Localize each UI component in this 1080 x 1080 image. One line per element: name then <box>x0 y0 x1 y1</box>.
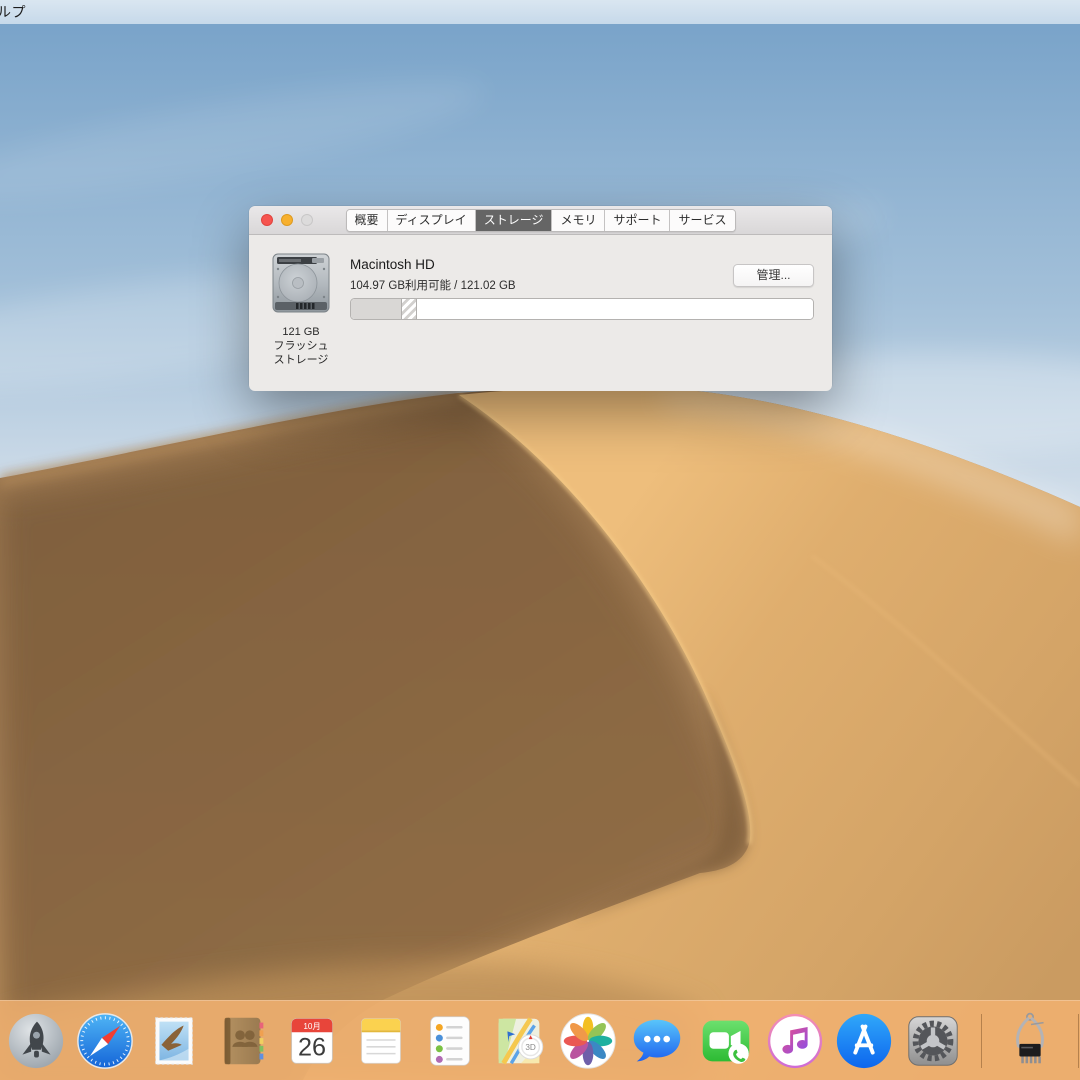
close-button[interactable] <box>261 214 273 226</box>
manage-button[interactable]: 管理... <box>733 264 814 287</box>
tab-bar: 概要 ディスプレイ ストレージ メモリ サポート サービス <box>346 209 736 232</box>
volume-availability: 104.97 GB利用可能 / 121.02 GB <box>350 277 516 293</box>
storage-segment-other <box>402 299 417 319</box>
traffic-lights <box>261 214 313 226</box>
dock-icon-calendar[interactable]: 10月 26 <box>281 1010 343 1072</box>
disk-caption-type1: フラッシュ <box>251 339 351 353</box>
dock-icon-system-information[interactable] <box>999 1010 1061 1072</box>
dock-icon-notes[interactable] <box>350 1010 412 1072</box>
zoom-button-disabled <box>301 214 313 226</box>
desktop-wallpaper <box>0 0 1080 1080</box>
dock-icon-mail[interactable] <box>143 1010 205 1072</box>
dock-icon-safari[interactable] <box>74 1010 136 1072</box>
dock-icon-contacts[interactable] <box>212 1010 274 1072</box>
disk-caption: 121 GB フラッシュ ストレージ <box>251 325 351 367</box>
dock-icon-launchpad[interactable] <box>5 1010 67 1072</box>
storage-segment-used <box>351 299 402 319</box>
dock-separator <box>981 1014 982 1068</box>
calendar-month-label: 10月 <box>303 1021 320 1030</box>
hard-disk-icon <box>268 251 334 317</box>
dock-separator <box>1078 1014 1079 1068</box>
dock-icon-system-preferences[interactable] <box>902 1010 964 1072</box>
disk-caption-size: 121 GB <box>251 325 351 339</box>
storage-panel: 121 GB フラッシュ ストレージ Macintosh HD 104.97 G… <box>249 235 832 391</box>
tab-memory[interactable]: メモリ <box>552 210 605 231</box>
maps-3d-badge: 3D <box>525 1043 536 1052</box>
tab-displays[interactable]: ディスプレイ <box>388 210 476 231</box>
menu-bar: ルプ <box>0 0 1080 24</box>
dock-icon-itunes[interactable] <box>764 1010 826 1072</box>
tab-storage[interactable]: ストレージ <box>476 210 553 231</box>
dock-icon-messages[interactable] <box>626 1010 688 1072</box>
dock-icon-facetime[interactable] <box>695 1010 757 1072</box>
storage-segment-free <box>417 299 813 319</box>
disk-caption-type2: ストレージ <box>251 353 351 367</box>
storage-usage-bar <box>350 298 814 320</box>
tab-overview[interactable]: 概要 <box>347 210 388 231</box>
dock: 10月 26 3D <box>0 1000 1080 1080</box>
dock-icon-app-store[interactable] <box>833 1010 895 1072</box>
minimize-button[interactable] <box>281 214 293 226</box>
calendar-day-label: 26 <box>298 1033 326 1061</box>
window-titlebar[interactable]: 概要 ディスプレイ ストレージ メモリ サポート サービス <box>249 206 832 235</box>
tab-support[interactable]: サポート <box>605 210 670 231</box>
volume-name: Macintosh HD <box>350 257 435 272</box>
menu-item-help-partial[interactable]: ルプ <box>0 2 26 22</box>
dock-icon-reminders[interactable] <box>419 1010 481 1072</box>
system-info-window: 概要 ディスプレイ ストレージ メモリ サポート サービス <box>249 206 832 390</box>
dock-icon-photos[interactable] <box>557 1010 619 1072</box>
dock-icon-maps[interactable]: 3D <box>488 1010 550 1072</box>
tab-service[interactable]: サービス <box>670 210 734 231</box>
